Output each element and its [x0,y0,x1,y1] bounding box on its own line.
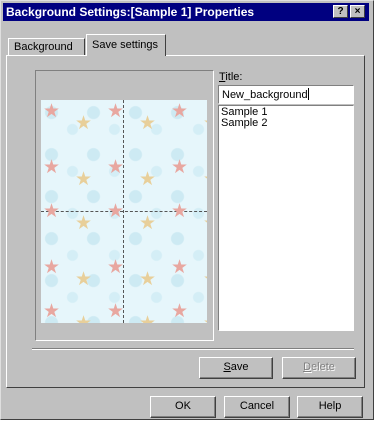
starfish-icon: ★ [171,301,189,322]
starfish-icon: ★ [75,269,93,290]
starfish-icon: ★ [75,113,93,134]
starfish-icon: ★ [203,114,207,133]
starfish-icon: ★ [75,213,93,234]
starfish-icon: ★ [107,101,125,122]
starfish-icon: ★ [203,170,207,189]
starfish-icon: ★ [107,257,125,278]
starfish-icon: ★ [75,169,93,190]
close-icon[interactable]: × [350,5,365,18]
starfish-icon: ★ [139,213,157,234]
title-input[interactable]: New_background [218,85,354,104]
help-icon[interactable]: ? [333,5,348,18]
starfish-icon: ★ [43,201,61,222]
list-item[interactable]: Sample 2 [221,118,351,129]
starfish-icon: ★ [75,314,92,323]
tab-panel: ★★★★★★★★★★★★★★★★★★★★★★★★★★★★★★★★★★★★ Tit… [6,55,365,388]
starfish-icon: ★ [43,157,61,178]
starfish-icon: ★ [43,101,61,122]
starfish-icon: ★ [171,157,189,178]
tab-background[interactable]: Background [8,38,85,56]
starfish-icon: ★ [203,270,207,289]
starfish-icon: ★ [43,257,61,278]
starfish-icon: ★ [171,101,189,122]
window-title: Background Settings:[Sample 1] Propertie… [6,5,255,19]
title-bar: Background Settings:[Sample 1] Propertie… [3,3,369,21]
starfish-icon: ★ [203,314,207,323]
starfish-icon: ★ [107,157,125,178]
delete-button[interactable]: Delete [282,357,356,379]
starfish-icon: ★ [203,214,207,233]
help-button[interactable]: Help [297,396,363,418]
starfish-icon: ★ [139,113,157,134]
starfish-icon: ★ [171,257,189,278]
saved-settings-list[interactable]: Sample 1 Sample 2 [218,105,354,331]
text-caret [307,88,309,100]
separator [32,348,354,350]
preview-frame: ★★★★★★★★★★★★★★★★★★★★★★★★★★★★★★★★★★★★ [35,70,214,341]
starfish-icon: ★ [139,269,157,290]
starfish-icon: ★ [139,314,156,323]
properties-dialog: Background Settings:[Sample 1] Propertie… [0,0,374,420]
cancel-button[interactable]: Cancel [224,396,290,418]
title-label: Title: [219,71,243,83]
starfish-icon: ★ [107,301,125,322]
starfish-icon: ★ [139,169,157,190]
tab-save-settings[interactable]: Save settings [86,34,166,56]
starfish-icon: ★ [171,201,189,222]
starfish-icon: ★ [107,201,125,222]
save-button[interactable]: Save [199,357,273,379]
starfish-icon: ★ [43,301,61,322]
background-preview-image: ★★★★★★★★★★★★★★★★★★★★★★★★★★★★★★★★★★★★ [41,100,207,323]
ok-button[interactable]: OK [150,396,216,418]
